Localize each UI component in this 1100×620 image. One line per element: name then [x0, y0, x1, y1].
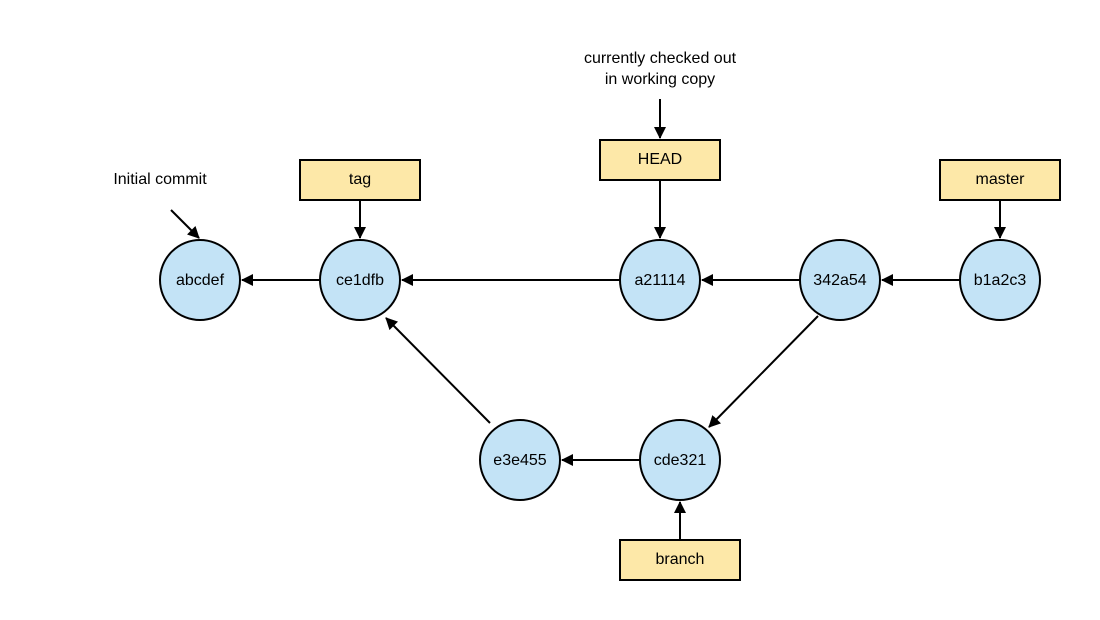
ref-master[interactable]: master — [939, 159, 1061, 201]
commit-a21114[interactable]: a21114 — [619, 239, 701, 321]
git-commit-graph: abcdef ce1dfb a21114 342a54 b1a2c3 e3e45… — [113, 50, 1061, 581]
ref-tag[interactable]: tag — [299, 159, 421, 201]
commit-label: ce1dfb — [336, 272, 384, 289]
ref-label: tag — [349, 171, 371, 188]
ref-label: branch — [656, 551, 705, 568]
initial-commit-annotation: Initial commit — [113, 171, 207, 188]
commit-label: b1a2c3 — [974, 272, 1027, 289]
commit-b1a2c3[interactable]: b1a2c3 — [959, 239, 1041, 321]
ref-label: master — [976, 171, 1026, 188]
ref-branch[interactable]: branch — [619, 539, 741, 581]
ref-head[interactable]: HEAD — [599, 139, 721, 181]
commit-label: abcdef — [176, 272, 225, 289]
commit-cde321[interactable]: cde321 — [639, 419, 721, 501]
commit-label: a21114 — [634, 272, 685, 289]
commit-label: cde321 — [654, 452, 707, 469]
commit-abcdef[interactable]: abcdef — [159, 239, 241, 321]
head-note-line1: currently checked out — [584, 50, 737, 67]
commit-ce1dfb[interactable]: ce1dfb — [319, 239, 401, 321]
commit-e3e455[interactable]: e3e455 — [479, 419, 561, 501]
commit-label: e3e455 — [493, 452, 546, 469]
head-note-line2: in working copy — [605, 71, 715, 88]
edges — [170, 99, 1006, 540]
edge-e3e455-ce1dfb — [385, 317, 491, 424]
commit-342a54[interactable]: 342a54 — [799, 239, 881, 321]
ref-label: HEAD — [638, 151, 682, 168]
commit-label: 342a54 — [813, 272, 866, 289]
edge-342a54-cde321 — [708, 315, 819, 428]
edge-note-initial — [170, 209, 200, 239]
